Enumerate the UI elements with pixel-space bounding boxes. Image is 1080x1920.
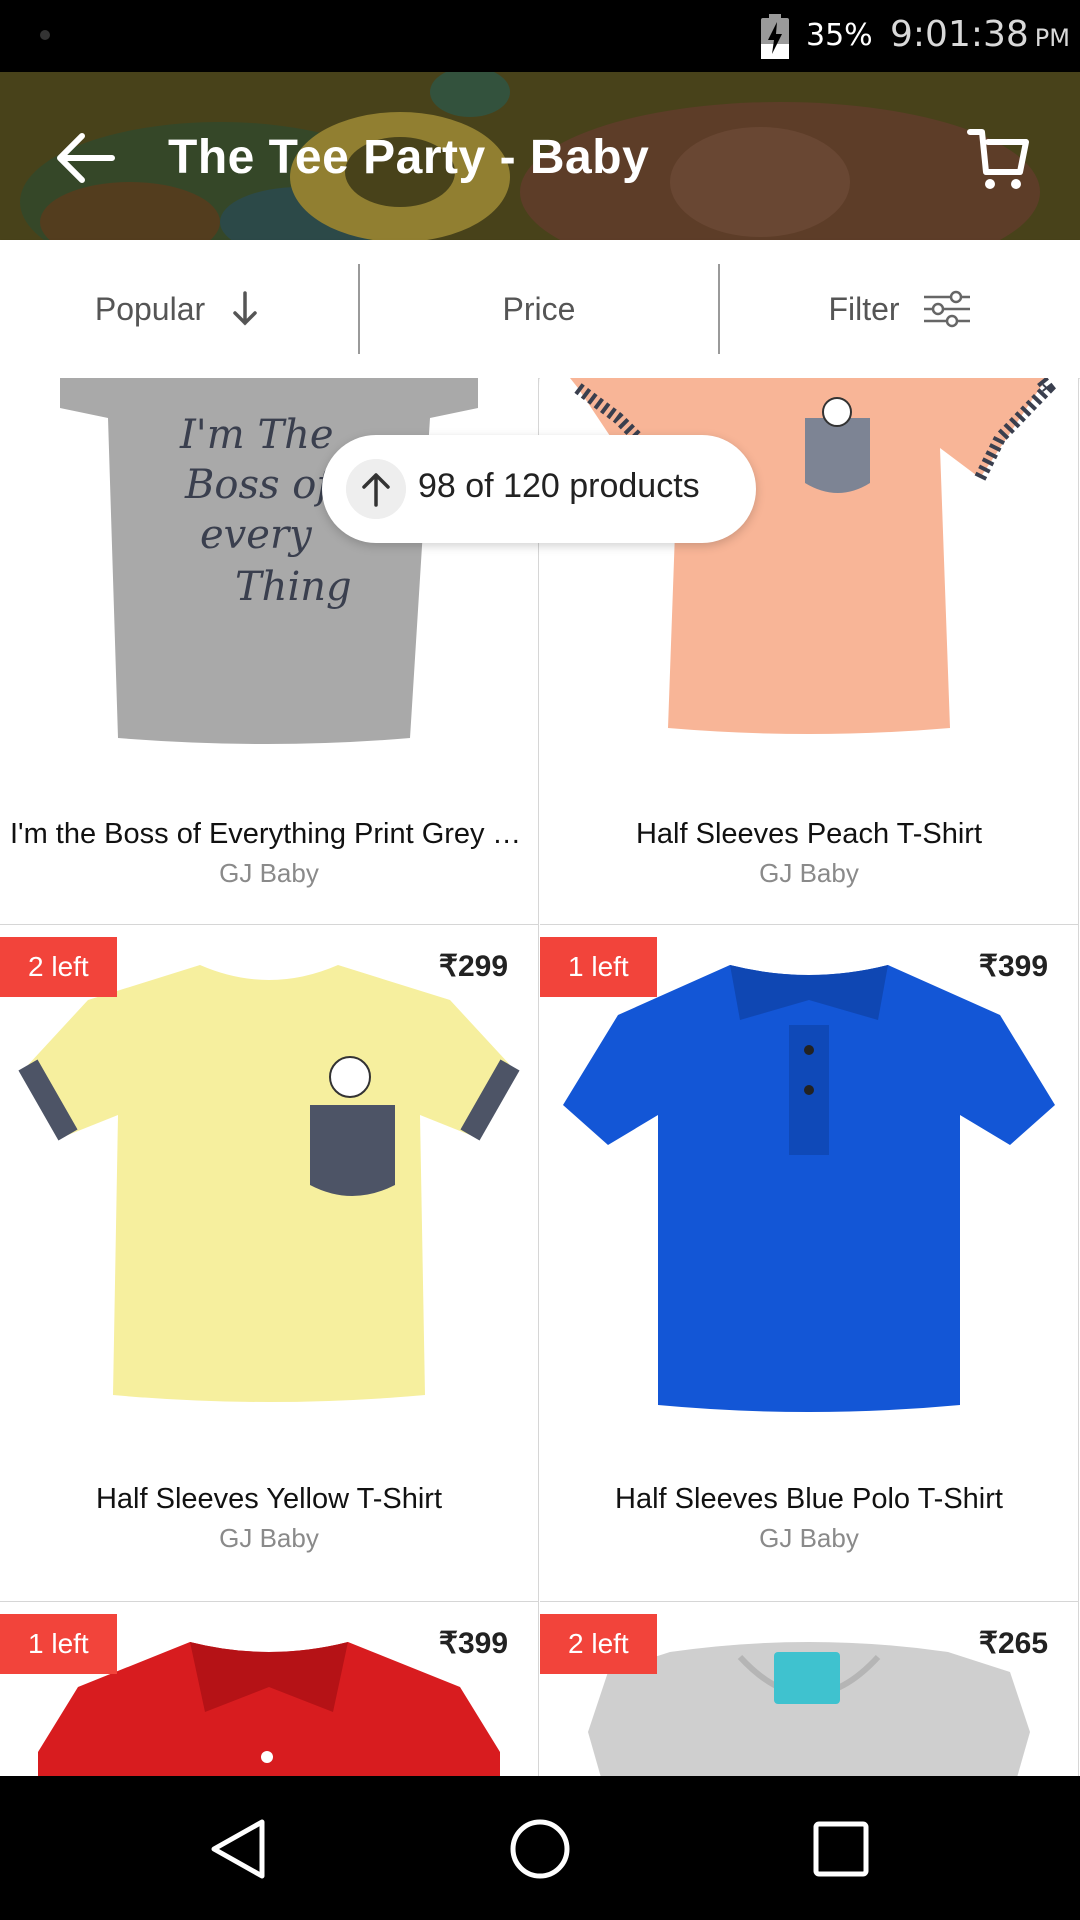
nav-recents-icon[interactable] (804, 1812, 878, 1886)
cart-icon[interactable] (966, 124, 1034, 192)
stock-badge: 2 left (540, 1614, 657, 1674)
stock-badge: 2 left (0, 937, 117, 997)
svg-text:Thing: Thing (235, 564, 352, 610)
product-price: ₹399 (978, 950, 1048, 983)
svg-text:I'm The: I'm The (179, 412, 334, 458)
back-arrow-icon[interactable] (48, 120, 124, 196)
product-card[interactable]: 2 left ₹265 (540, 1602, 1079, 1776)
product-image (18, 965, 520, 1402)
filter-button[interactable]: Filter (720, 240, 1080, 378)
product-brand: GJ Baby (219, 858, 319, 888)
product-name: Half Sleeves Blue Polo T-Shirt (615, 1483, 1003, 1515)
nav-home-icon[interactable] (503, 1812, 577, 1886)
product-count-pill[interactable]: 98 of 120 products (322, 435, 756, 543)
product-price: ₹265 (978, 1627, 1048, 1660)
filter-sliders-icon (923, 290, 970, 328)
sort-down-arrow-icon (233, 291, 257, 326)
product-name: I'm the Boss of Everything Print Grey T-… (10, 818, 528, 850)
status-bar: 35% 9:01:38 PM (0, 0, 1080, 72)
product-count-text: 98 of 120 products (418, 467, 700, 505)
product-card[interactable]: 1 left ₹399 (0, 1602, 539, 1776)
product-card[interactable]: 2 left ₹299 Half Sleeves Yellow T-Shirt … (0, 925, 539, 1602)
sort-filter-bar: Popular Price Filter (0, 240, 1080, 379)
product-name: Half Sleeves Peach T-Shirt (635, 818, 983, 850)
product-brand: GJ Baby (219, 1523, 319, 1553)
page-title: The Tee Party - Baby (168, 131, 650, 184)
product-grid: I'm The Boss of every Thing I'm the Boss… (0, 378, 1080, 1776)
svg-text:every: every (200, 512, 313, 558)
stock-badge: 1 left (540, 937, 657, 997)
product-card[interactable]: 1 left ₹399 Half Sleeves Blue Polo T-Shi… (540, 925, 1079, 1602)
product-name: Half Sleeves Yellow T-Shirt (95, 1483, 443, 1515)
scroll-up-arrow-icon (346, 459, 406, 519)
system-nav-bar (0, 1776, 1080, 1920)
battery-charging-icon (761, 14, 789, 59)
nav-back-icon[interactable] (202, 1812, 276, 1886)
notification-dot (40, 30, 50, 40)
filter-label: Filter (828, 290, 900, 327)
stock-badge: 1 left (0, 1614, 117, 1674)
battery-percentage: 35% (806, 18, 873, 53)
svg-text:Boss of: Boss of (184, 462, 337, 508)
product-brand: GJ Baby (759, 858, 859, 888)
product-price: ₹299 (438, 950, 508, 983)
product-price: ₹399 (438, 1627, 508, 1660)
product-image (563, 965, 1055, 1412)
app-bar: The Tee Party - Baby (0, 72, 1080, 240)
sort-price-label: Price (502, 290, 576, 327)
sort-popular-button[interactable]: Popular (0, 240, 358, 378)
product-brand: GJ Baby (759, 1523, 859, 1553)
clock: 9:01:38 PM (890, 14, 1070, 55)
sort-popular-label: Popular (94, 290, 206, 327)
sort-price-button[interactable]: Price (360, 240, 718, 378)
